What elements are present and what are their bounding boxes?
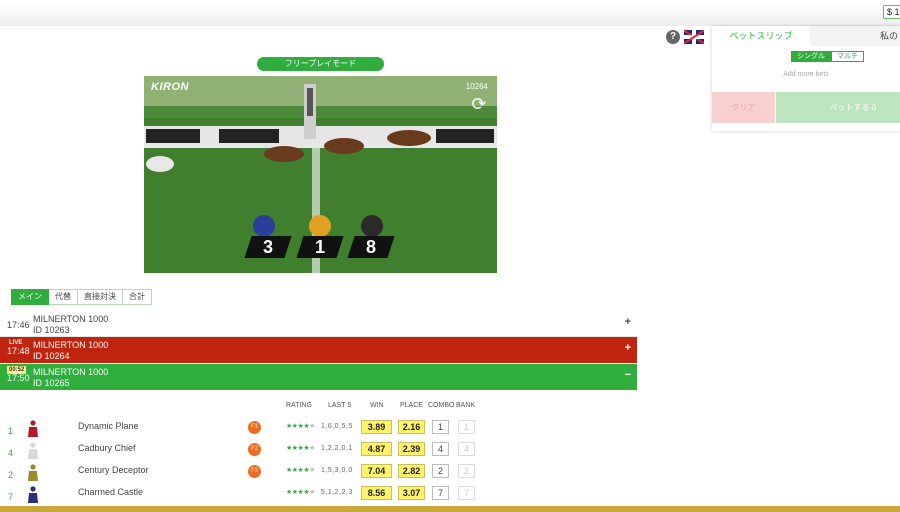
combo-checkbox[interactable]: 2 <box>432 464 449 478</box>
horse-name: Cadbury Chief <box>78 443 136 453</box>
refresh-icon[interactable]: ⟳ <box>469 94 489 114</box>
race-id: ID 10264 <box>33 351 70 361</box>
bet-type-toggle: シングル マルチ <box>791 51 864 62</box>
finish-first: 3 <box>244 236 292 258</box>
last-five: 5,1,2,2,3 <box>321 489 353 496</box>
column-bank: BANK <box>456 402 476 409</box>
jockey-silk-icon <box>28 486 38 503</box>
last-five: 1,6,0,5,5 <box>321 423 353 430</box>
top-bar: $ 1,0 <box>0 0 900 26</box>
runner-row: 2 Century Deceptor F3 ★★★★★ 1,5,3,0,0 7.04 2.8… <box>0 464 637 486</box>
runner-number: 4 <box>8 448 14 458</box>
last-five: 1,5,3,0,0 <box>321 467 353 474</box>
single-button[interactable]: シングル <box>791 51 831 62</box>
bank-checkbox[interactable]: 1 <box>458 420 475 434</box>
race-row-live[interactable]: LIVE 17:48 MILNERTON 1000 ID 10264 + <box>0 337 637 363</box>
finish-second: 1 <box>296 236 344 258</box>
form-badge: F3 <box>248 465 261 478</box>
column-win: WIN <box>370 402 384 409</box>
help-icon[interactable]: ? <box>666 30 680 44</box>
bet-slip-panel: ベットスリップ 私の シングル マルチ Add more bets クリア ベッ… <box>712 26 900 131</box>
race-time: 17:50 <box>7 373 30 383</box>
bank-checkbox[interactable]: 2 <box>458 464 475 478</box>
jockey-silk-icon <box>28 464 38 481</box>
empty-slip-text: Add more bets <box>783 71 829 78</box>
race-name: MILNERTON 1000 <box>33 367 109 377</box>
rating-stars: ★★★★★ <box>286 467 315 474</box>
column-place: PLACE <box>400 402 423 409</box>
place-odds-button[interactable]: 2.82 <box>398 464 425 478</box>
last-five: 1,2,2,0,1 <box>321 445 353 452</box>
combo-checkbox[interactable]: 4 <box>432 442 449 456</box>
column-rating: RATING <box>286 402 312 409</box>
race-time: 17:48 <box>7 346 30 356</box>
tab-my-bets[interactable]: 私の <box>810 26 900 46</box>
rating-stars: ★★★★★ <box>286 489 315 496</box>
win-odds-button[interactable]: 8.56 <box>361 486 392 500</box>
race-time: 17:46 <box>7 320 30 330</box>
runner-row: 1 Dynamic Plane F1 ★★★★★ 1,6,0,5,5 3.89 2.16 1 1 <box>0 420 637 442</box>
balance-display[interactable]: $ 1,0 <box>883 5 900 19</box>
jockey-silk-icon <box>28 420 38 437</box>
runner-number: 2 <box>8 470 14 480</box>
tab-alternate[interactable]: 代替 <box>49 289 78 305</box>
combo-checkbox[interactable]: 7 <box>432 486 449 500</box>
market-tabs: メイン 代替 直接対決 合計 <box>11 289 152 305</box>
combo-checkbox[interactable]: 1 <box>432 420 449 434</box>
win-odds-button[interactable]: 4.87 <box>361 442 392 456</box>
video-race-id: 10264 <box>465 82 488 91</box>
place-odds-button[interactable]: 2.16 <box>398 420 425 434</box>
finish-order: 3 1 8 <box>244 236 418 258</box>
runner-row: 4 Cadbury Chief F2 ★★★★★ 1,2,2,0,1 4.87 2.39 4 4 <box>0 442 637 464</box>
horse-name: Dynamic Plane <box>78 421 139 431</box>
runner-row: 7 Charmed Castle ★★★★★ 5,1,2,2,3 8.56 3.07 7 7 <box>0 486 637 508</box>
race-name: MILNERTON 1000 <box>33 340 109 350</box>
horse-name: Charmed Castle <box>78 487 144 497</box>
expand-icon[interactable]: + <box>625 342 631 354</box>
win-odds-button[interactable]: 3.89 <box>361 420 392 434</box>
form-badge: F1 <box>248 421 261 434</box>
tab-total[interactable]: 合計 <box>123 289 152 305</box>
tab-head-to-head[interactable]: 直接対決 <box>78 289 123 305</box>
clear-button[interactable]: クリア <box>712 92 775 123</box>
column-last5: LAST 5 <box>328 402 352 409</box>
place-odds-button[interactable]: 2.39 <box>398 442 425 456</box>
race-video[interactable]: KIRON 10264 ⟳ 3 1 8 <box>144 76 497 273</box>
tab-main[interactable]: メイン <box>11 289 49 305</box>
bank-checkbox[interactable]: 7 <box>458 486 475 500</box>
finish-third: 8 <box>347 236 395 258</box>
rating-stars: ★★★★★ <box>286 445 315 452</box>
expand-icon[interactable]: + <box>625 316 631 328</box>
kiron-logo: KIRON <box>151 81 189 93</box>
race-id: ID 10263 <box>33 325 70 335</box>
column-combo: COMBO <box>428 402 455 409</box>
place-odds-button[interactable]: 3.07 <box>398 486 425 500</box>
bottom-strip <box>0 506 900 512</box>
language-flag-icon[interactable] <box>684 30 704 44</box>
runner-number: 7 <box>8 492 14 502</box>
runner-number: 1 <box>8 426 14 436</box>
collapse-icon[interactable]: − <box>625 369 631 381</box>
race-id: ID 10265 <box>33 378 70 388</box>
bank-checkbox[interactable]: 4 <box>458 442 475 456</box>
rating-stars: ★★★★★ <box>286 423 315 430</box>
place-bet-button[interactable]: ベットする 0 <box>776 92 900 123</box>
race-row-selected[interactable]: 00:52 17:50 MILNERTON 1000 ID 10265 − <box>0 364 637 390</box>
race-row[interactable]: 17:46 MILNERTON 1000 ID 10263 + <box>0 311 637 337</box>
race-name: MILNERTON 1000 <box>33 314 109 324</box>
multi-button[interactable]: マルチ <box>831 51 864 62</box>
form-badge: F2 <box>248 443 261 456</box>
free-play-mode-badge: フリープレイモード <box>257 57 384 71</box>
tab-bet-slip[interactable]: ベットスリップ <box>712 26 810 46</box>
jockey-silk-icon <box>28 442 38 459</box>
horse-name: Century Deceptor <box>78 465 149 475</box>
win-odds-button[interactable]: 7.04 <box>361 464 392 478</box>
